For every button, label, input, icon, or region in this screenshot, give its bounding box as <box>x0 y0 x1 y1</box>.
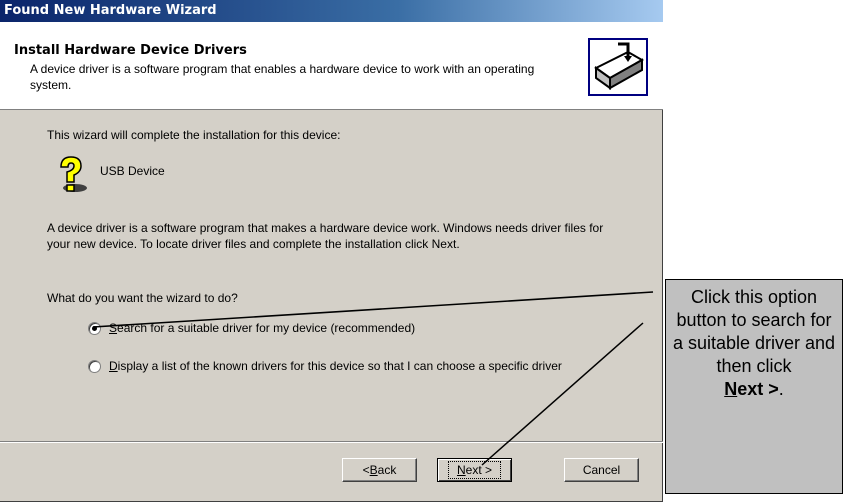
window-title: Found New Hardware Wizard <box>0 0 663 22</box>
instruction-callout: Click this option button to search for a… <box>665 279 843 494</box>
cancel-button[interactable]: Cancel <box>564 458 639 482</box>
callout-text: Click this option button to search for a… <box>672 287 836 376</box>
next-label: ext > <box>465 463 493 477</box>
display-list-option[interactable]: Display a list of the known drivers for … <box>88 358 608 374</box>
accelerator-key: N <box>456 463 466 477</box>
display-list-label[interactable]: Display a list of the known drivers for … <box>109 358 562 374</box>
search-driver-radio[interactable] <box>88 322 101 335</box>
search-driver-label[interactable]: Search for a suitable driver for my devi… <box>109 320 415 336</box>
back-button[interactable]: < Back <box>342 458 417 482</box>
accelerator-key: S <box>109 321 118 335</box>
question-text: What do you want the wizard to do? <box>47 291 238 305</box>
callout-next-label: ext > <box>737 379 779 399</box>
header-title: Install Hardware Device Drivers <box>14 43 247 58</box>
button-separator <box>0 441 663 443</box>
accelerator-key: D <box>109 359 118 373</box>
hardware-install-icon <box>588 38 648 96</box>
header-subtitle: A device driver is a software program th… <box>30 62 535 92</box>
next-button[interactable]: Next > <box>437 458 512 482</box>
option-label-text: isplay a list of the known drivers for t… <box>117 359 562 373</box>
radio-selected-dot <box>92 326 97 331</box>
back-prefix: < <box>362 463 370 477</box>
unknown-device-icon <box>60 156 87 192</box>
display-list-radio[interactable] <box>88 360 101 373</box>
wizard-window: Found New Hardware Wizard Install Hardwa… <box>0 0 663 502</box>
wizard-header: Install Hardware Device Drivers A device… <box>0 22 663 110</box>
callout-next-reference: Next > <box>724 379 779 399</box>
callout-trailing: . <box>778 379 784 399</box>
description-text: A device driver is a software program th… <box>47 221 604 251</box>
search-driver-option[interactable]: Search for a suitable driver for my devi… <box>88 320 415 336</box>
intro-text: This wizard will complete the installati… <box>47 128 341 142</box>
accelerator-key: N <box>724 379 738 399</box>
device-name: USB Device <box>100 164 165 178</box>
back-label: ack <box>377 463 397 477</box>
focus-rect: Next > <box>447 461 502 479</box>
option-label-text: earch for a suitable driver for my devic… <box>117 321 416 335</box>
accelerator-key: B <box>369 463 378 477</box>
